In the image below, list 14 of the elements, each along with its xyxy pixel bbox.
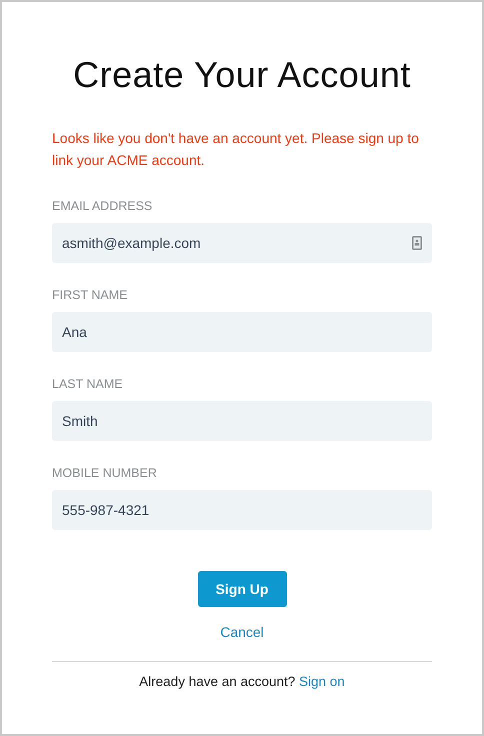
page-title: Create Your Account bbox=[72, 54, 412, 96]
field-label: EMAIL ADDRESS bbox=[52, 199, 154, 215]
contact-card-icon[interactable] bbox=[412, 236, 422, 250]
error-message: Looks like you don't have an account yet. Please sign up to link your ACME account. bbox=[52, 129, 420, 170]
input-field[interactable]: Ana bbox=[52, 312, 432, 352]
cancel-link[interactable]: Cancel bbox=[220, 624, 264, 640]
input-field[interactable]: Smith bbox=[52, 401, 432, 441]
field-label: MOBILE NUMBER bbox=[52, 466, 158, 482]
input-field[interactable]: asmith@example.com bbox=[52, 223, 432, 263]
input-field[interactable]: 555-987-4321 bbox=[52, 490, 432, 530]
field-label: FIRST NAME bbox=[52, 288, 128, 304]
sign-on-link[interactable]: Sign on bbox=[299, 674, 345, 689]
sign-in-prompt: Already have an account? Sign on bbox=[138, 674, 346, 689]
field-label: LAST NAME bbox=[52, 377, 124, 393]
